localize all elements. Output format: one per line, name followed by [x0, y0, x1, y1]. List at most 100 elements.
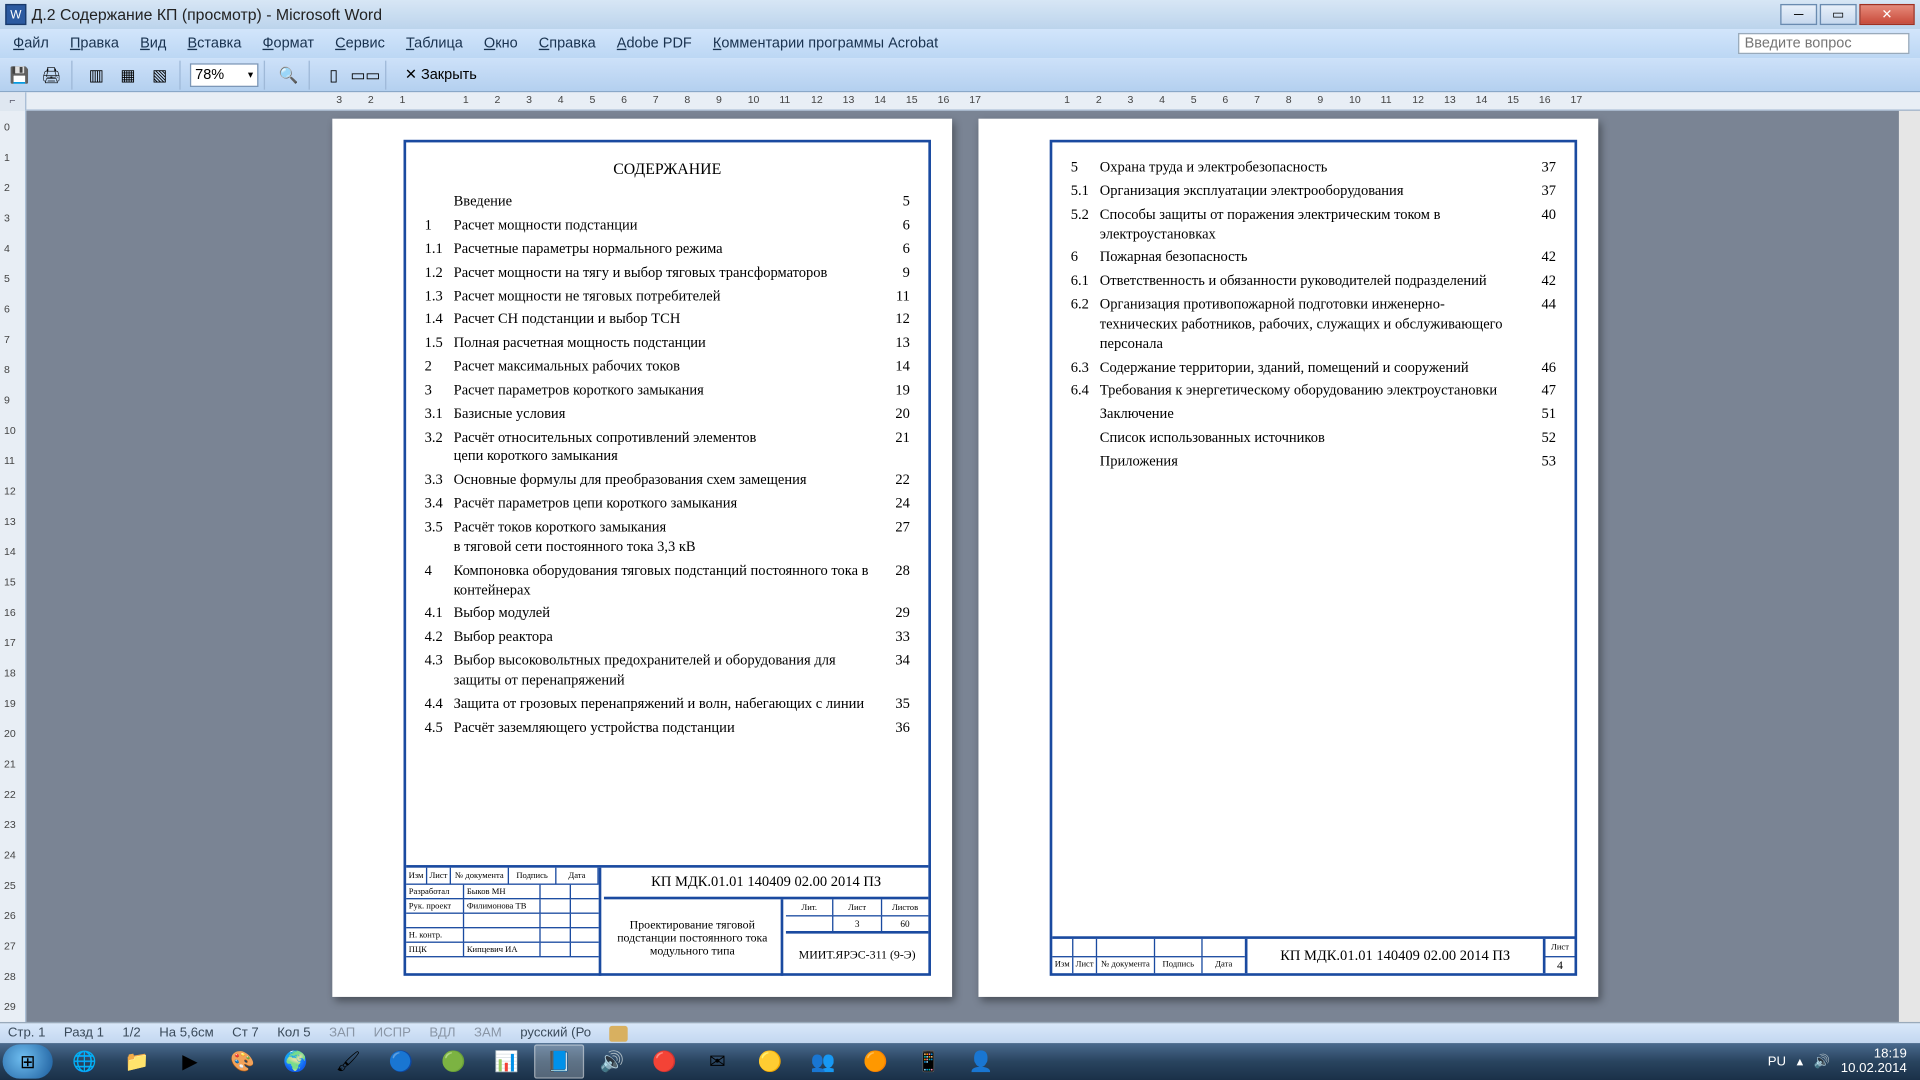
window-title: Д.2 Содержание КП (просмотр) - Microsoft… [32, 5, 382, 23]
save-icon[interactable]: 💾 [5, 60, 34, 89]
menu-item[interactable]: Вид [130, 33, 177, 54]
ask-input[interactable] [1738, 33, 1909, 54]
menu-item[interactable]: Сервис [325, 33, 396, 54]
zoom-combo[interactable]: 78%▾ [190, 63, 259, 87]
ask-box[interactable] [1738, 33, 1909, 54]
page-1: СОДЕРЖАНИЕ Введение5 1Расчет мощности под… [332, 119, 952, 997]
group-code: МИИТ.ЯРЭС-311 (9-Э) [786, 934, 928, 976]
menu-item[interactable]: Таблица [395, 33, 473, 54]
page-2: 5Охрана труда и электробезопасность37 5.1… [978, 119, 1598, 997]
taskbar-app-icon[interactable]: ▶ [165, 1044, 215, 1078]
title-block-small: Изм Лист № документа Подпись Дата КП МДК… [1052, 936, 1574, 973]
toc-row: Заключение51 [1071, 405, 1556, 425]
toc-row: 6.2Организация противопожарной подготовк… [1071, 295, 1556, 354]
tray-flag-icon[interactable]: ▴ [1797, 1054, 1804, 1069]
system-tray[interactable]: РU ▴ 🔊 18:19 10.02.2014 [1768, 1047, 1918, 1076]
menu-item[interactable]: Adobe PDF [606, 33, 702, 54]
toc-row: 6.1Ответственность и обязанности руковод… [1071, 272, 1556, 292]
view-outline-icon[interactable]: ▦ [113, 60, 142, 89]
menu-item[interactable]: Справка [528, 33, 606, 54]
maximize-button[interactable]: ▭ [1820, 4, 1857, 25]
taskbar-app-icon[interactable]: 📱 [903, 1044, 953, 1078]
taskbar-app-icon[interactable]: 🟡 [745, 1044, 795, 1078]
menu-item[interactable]: Файл [3, 33, 60, 54]
taskbar-app-icon[interactable]: 📊 [481, 1044, 531, 1078]
status-column: Кол 5 [277, 1026, 310, 1041]
toc-row: 1.5Полная расчетная мощность подстанции1… [425, 334, 910, 354]
vertical-scrollbar[interactable] [1899, 111, 1920, 1022]
toc-row: 6.3Содержание территории, зданий, помеще… [1071, 358, 1556, 378]
tray-clock[interactable]: 18:19 10.02.2014 [1841, 1047, 1907, 1076]
taskbar-app-icon[interactable]: 🟠 [851, 1044, 901, 1078]
project-title: Проектирование тяговой подстанции постоя… [604, 899, 783, 975]
tray-sound-icon[interactable]: 🔊 [1814, 1054, 1830, 1069]
taskbar-app-icon[interactable]: 🔊 [587, 1044, 637, 1078]
toc-row: 3.2Расчёт относительных сопротивлений эл… [425, 428, 910, 448]
taskbar-app-icon[interactable]: 📁 [112, 1044, 162, 1078]
view-page-icon[interactable]: ▧ [145, 60, 174, 89]
close-preview-button[interactable]: ✕Закрыть [396, 62, 486, 87]
multipage-icon[interactable]: ▭▭ [351, 60, 380, 89]
taskbar-app-icon[interactable]: 🌍 [270, 1044, 320, 1078]
document-workspace: 0123456789101112131415161718192021222324… [0, 111, 1920, 1022]
taskbar-app-icon[interactable]: 🌐 [59, 1044, 109, 1078]
minimize-button[interactable]: ─ [1780, 4, 1817, 25]
toc-row: 4.3Выбор высоковольтных предохранителей … [425, 652, 910, 691]
toc-row: 3.3Основные формулы для преобразования с… [425, 471, 910, 491]
toc-row: 4Компоновка оборудования тяговых подстан… [425, 561, 910, 600]
vertical-ruler: 0123456789101112131415161718192021222324… [0, 111, 26, 1022]
taskbar-app-icon[interactable]: 👤 [956, 1044, 1006, 1078]
taskbar-app-icon[interactable]: 📘 [534, 1044, 584, 1078]
toc-row: Введение5 [425, 193, 910, 213]
menu-item[interactable]: Правка [59, 33, 129, 54]
close-window-button[interactable]: ✕ [1859, 4, 1914, 25]
toc-row: 2Расчет максимальных рабочих токов14 [425, 357, 910, 377]
taskbar-app-icon[interactable]: 🟢 [429, 1044, 479, 1078]
magnifier-icon[interactable]: 🔍 [274, 60, 303, 89]
status-ovr: ЗАМ [474, 1026, 502, 1041]
taskbar-app-icon[interactable]: 👥 [798, 1044, 848, 1078]
toc-row: 3.5Расчёт токов короткого замыкания27 [425, 518, 910, 538]
menu-item[interactable]: Формат [252, 33, 325, 54]
status-lang: русский (Ро [520, 1026, 591, 1041]
start-button[interactable]: ⊞ [3, 1044, 53, 1078]
toc-row: Список использованных источников52 [1071, 429, 1556, 449]
toc-row: 1.2Расчет мощности на тягу и выбор тягов… [425, 263, 910, 283]
toc-row: 5Охрана труда и электробезопасность37 [1071, 158, 1556, 178]
toc-row: 4.2Выбор реактора33 [425, 628, 910, 648]
toc-row: 3.1Базисные условия20 [425, 405, 910, 425]
spellcheck-icon[interactable] [610, 1025, 628, 1041]
status-bar: Стр. 1 Разд 1 1/2 На 5,6см Ст 7 Кол 5 ЗА… [0, 1022, 1920, 1043]
toc-row: 4.4Защита от грозовых перенапряжений и в… [425, 695, 910, 715]
toc-row: Приложения53 [1071, 452, 1556, 472]
taskbar-app-icon[interactable]: 🎨 [218, 1044, 268, 1078]
toc-row: 5.2Способы защиты от поражения электриче… [1071, 205, 1556, 244]
toc-title: СОДЕРЖАНИЕ [425, 158, 910, 179]
status-ext: ВДЛ [429, 1026, 455, 1041]
toc-row: 1.4Расчет CH подстанции и выбор TCH12 [425, 310, 910, 330]
toolbar: 💾 🖨 ▥ ▦ ▧ 78%▾ 🔍 ▯ ▭▭ ✕Закрыть [0, 58, 1920, 92]
print-icon[interactable]: 🖨 [37, 60, 66, 89]
toc-row: 5.1Организация эксплуатации электрообору… [1071, 182, 1556, 202]
taskbar-app-icon[interactable]: 🔵 [376, 1044, 426, 1078]
taskbar-app-icon[interactable]: 🖌 [323, 1044, 373, 1078]
menu-item[interactable]: Комментарии программы Acrobat [702, 33, 948, 54]
tray-lang[interactable]: РU [1768, 1054, 1786, 1069]
toc-row: 1.1Расчетные параметры нормального режим… [425, 240, 910, 260]
doc-code: КП МДК.01.01 140409 02.00 2014 ПЗ [604, 868, 928, 900]
toc-row: 4.5Расчёт заземляющего устройства подста… [425, 718, 910, 738]
toc-row: 4.1Выбор модулей29 [425, 604, 910, 624]
status-page: Стр. 1 [8, 1026, 46, 1041]
taskbar-app-icon[interactable]: ✉ [692, 1044, 742, 1078]
view-normal-icon[interactable]: ▥ [82, 60, 111, 89]
onepage-icon[interactable]: ▯ [319, 60, 348, 89]
status-rec: ЗАП [329, 1026, 355, 1041]
toc-row: 3Расчет параметров короткого замыкания19 [425, 381, 910, 401]
taskbar-app-icon[interactable]: 🔴 [640, 1044, 690, 1078]
menu-item[interactable]: Окно [473, 33, 528, 54]
toc-row: 1Расчет мощности подстанции6 [425, 216, 910, 236]
status-trk: ИСПР [374, 1026, 411, 1041]
page-canvas[interactable]: СОДЕРЖАНИЕ Введение5 1Расчет мощности под… [26, 111, 1920, 1022]
menu-item[interactable]: Вставка [177, 33, 252, 54]
app-icon: W [5, 4, 26, 25]
